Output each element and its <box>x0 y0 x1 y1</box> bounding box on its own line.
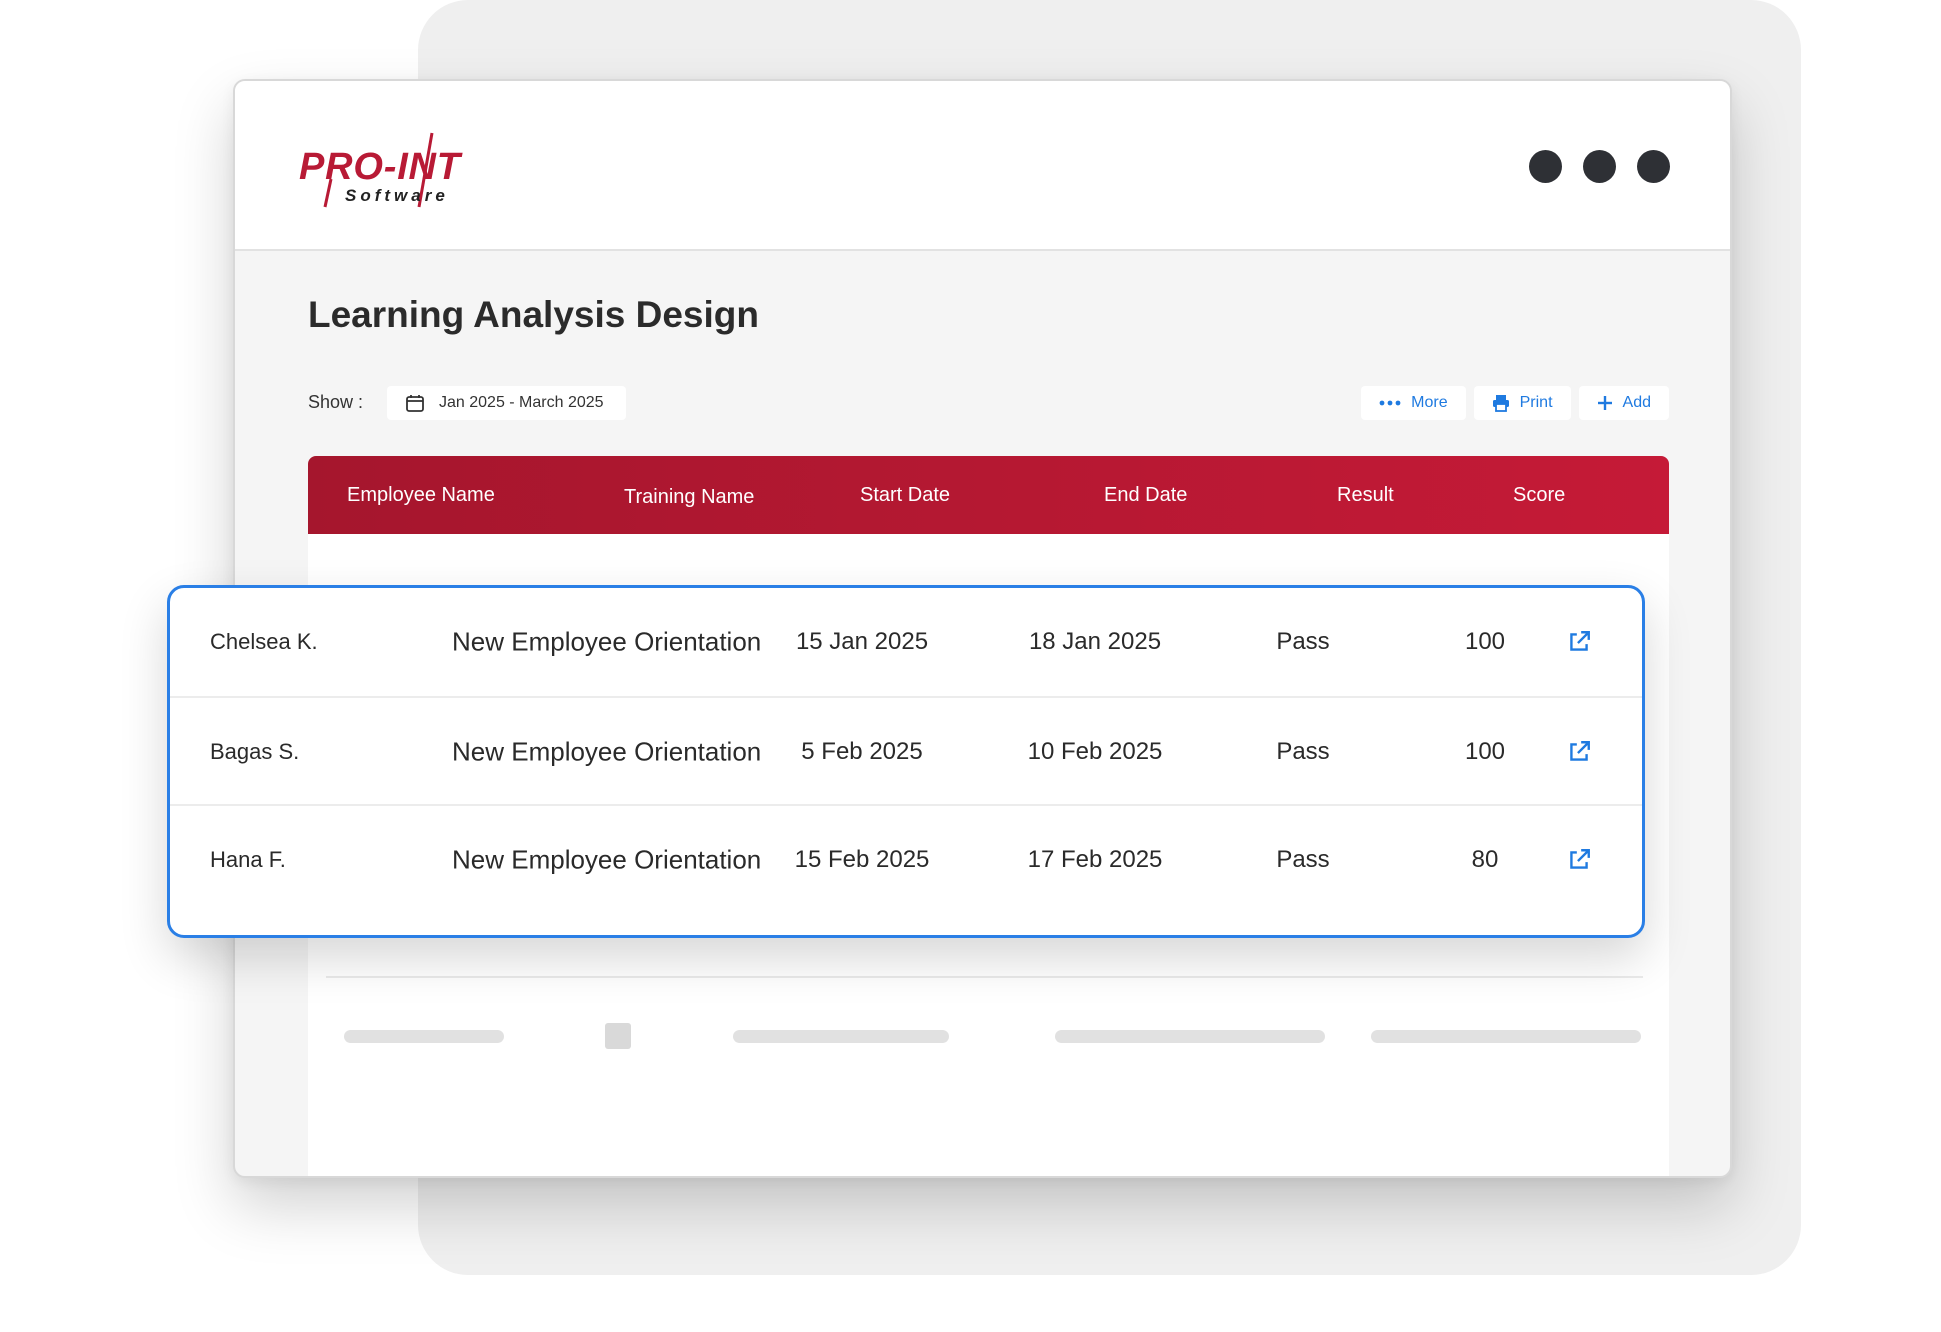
training-name: New Employee Orientation <box>452 626 762 657</box>
result: Pass <box>1276 628 1330 655</box>
column-header-employee-name[interactable]: Employee Name <box>347 484 495 507</box>
svg-text:Software: Software <box>345 186 449 205</box>
placeholder-bar <box>1055 1030 1325 1043</box>
pro-int-logo: PRO-INT Software <box>299 132 463 208</box>
employee-name: Hana F. <box>210 847 286 872</box>
column-header-training-name[interactable]: Training Name <box>624 486 754 509</box>
date-range-picker[interactable]: Jan 2025 - March 2025 <box>387 386 626 420</box>
end-date: 18 Jan 2025 <box>1028 628 1162 655</box>
svg-text:PRO-INT: PRO-INT <box>299 146 463 188</box>
page-title: Learning Analysis Design <box>308 294 759 335</box>
window-header: PRO-INT Software <box>235 81 1730 251</box>
training-name: New Employee Orientation <box>452 736 762 767</box>
column-header-end-date[interactable]: End Date <box>1104 484 1187 507</box>
placeholder-bar <box>1371 1030 1641 1043</box>
end-date: 17 Feb 2025 <box>1027 846 1163 873</box>
table-header: Employee Name Training Name Start Date E… <box>308 456 1669 534</box>
table-row[interactable]: Bagas S. New Employee Orientation 5 Feb … <box>170 696 1642 806</box>
column-header-start-date[interactable]: Start Date <box>860 484 950 507</box>
external-link-icon[interactable] <box>1566 629 1592 655</box>
more-button[interactable]: More <box>1361 386 1466 420</box>
print-button-label: Print <box>1519 394 1553 411</box>
placeholder-bar <box>344 1030 504 1043</box>
employee-name: Chelsea K. <box>210 629 318 654</box>
start-date: 15 Jan 2025 <box>795 628 929 655</box>
external-link-icon[interactable] <box>1566 739 1592 765</box>
score: 100 <box>1464 738 1506 765</box>
score: 100 <box>1464 628 1506 655</box>
result: Pass <box>1276 846 1330 873</box>
more-dots-icon <box>1379 400 1401 406</box>
window-dot <box>1529 150 1562 183</box>
external-link-icon[interactable] <box>1566 847 1592 873</box>
placeholder-divider <box>326 976 1643 978</box>
result: Pass <box>1276 738 1330 765</box>
placeholder-square <box>605 1023 631 1049</box>
calendar-icon <box>406 395 424 412</box>
plus-icon <box>1597 396 1612 410</box>
employee-name: Bagas S. <box>210 739 300 764</box>
highlighted-rows-card: Chelsea K. New Employee Orientation 15 J… <box>167 585 1645 938</box>
print-button[interactable]: Print <box>1473 386 1571 420</box>
more-button-label: More <box>1411 394 1448 411</box>
training-name: New Employee Orientation <box>452 844 762 875</box>
add-button-label: Add <box>1622 394 1651 411</box>
window-dot <box>1583 150 1616 183</box>
start-date: 5 Feb 2025 <box>801 738 923 765</box>
window-menu-dots[interactable] <box>1529 150 1670 183</box>
date-range-label: Jan 2025 - March 2025 <box>439 394 604 411</box>
toolbar-actions: More Print Add <box>1361 386 1669 420</box>
table-row[interactable]: Chelsea K. New Employee Orientation 15 J… <box>170 588 1642 696</box>
add-button[interactable]: Add <box>1578 386 1669 420</box>
end-date: 10 Feb 2025 <box>1027 738 1163 765</box>
table-row[interactable]: Hana F. New Employee Orientation 15 Feb … <box>170 804 1642 914</box>
placeholder-bar <box>733 1030 949 1043</box>
start-date: 15 Feb 2025 <box>794 846 930 873</box>
printer-icon <box>1492 395 1509 412</box>
window-dot <box>1637 150 1670 183</box>
score: 80 <box>1471 846 1499 873</box>
column-header-score[interactable]: Score <box>1513 484 1565 507</box>
show-label: Show : <box>308 392 364 412</box>
column-header-result[interactable]: Result <box>1337 484 1394 507</box>
